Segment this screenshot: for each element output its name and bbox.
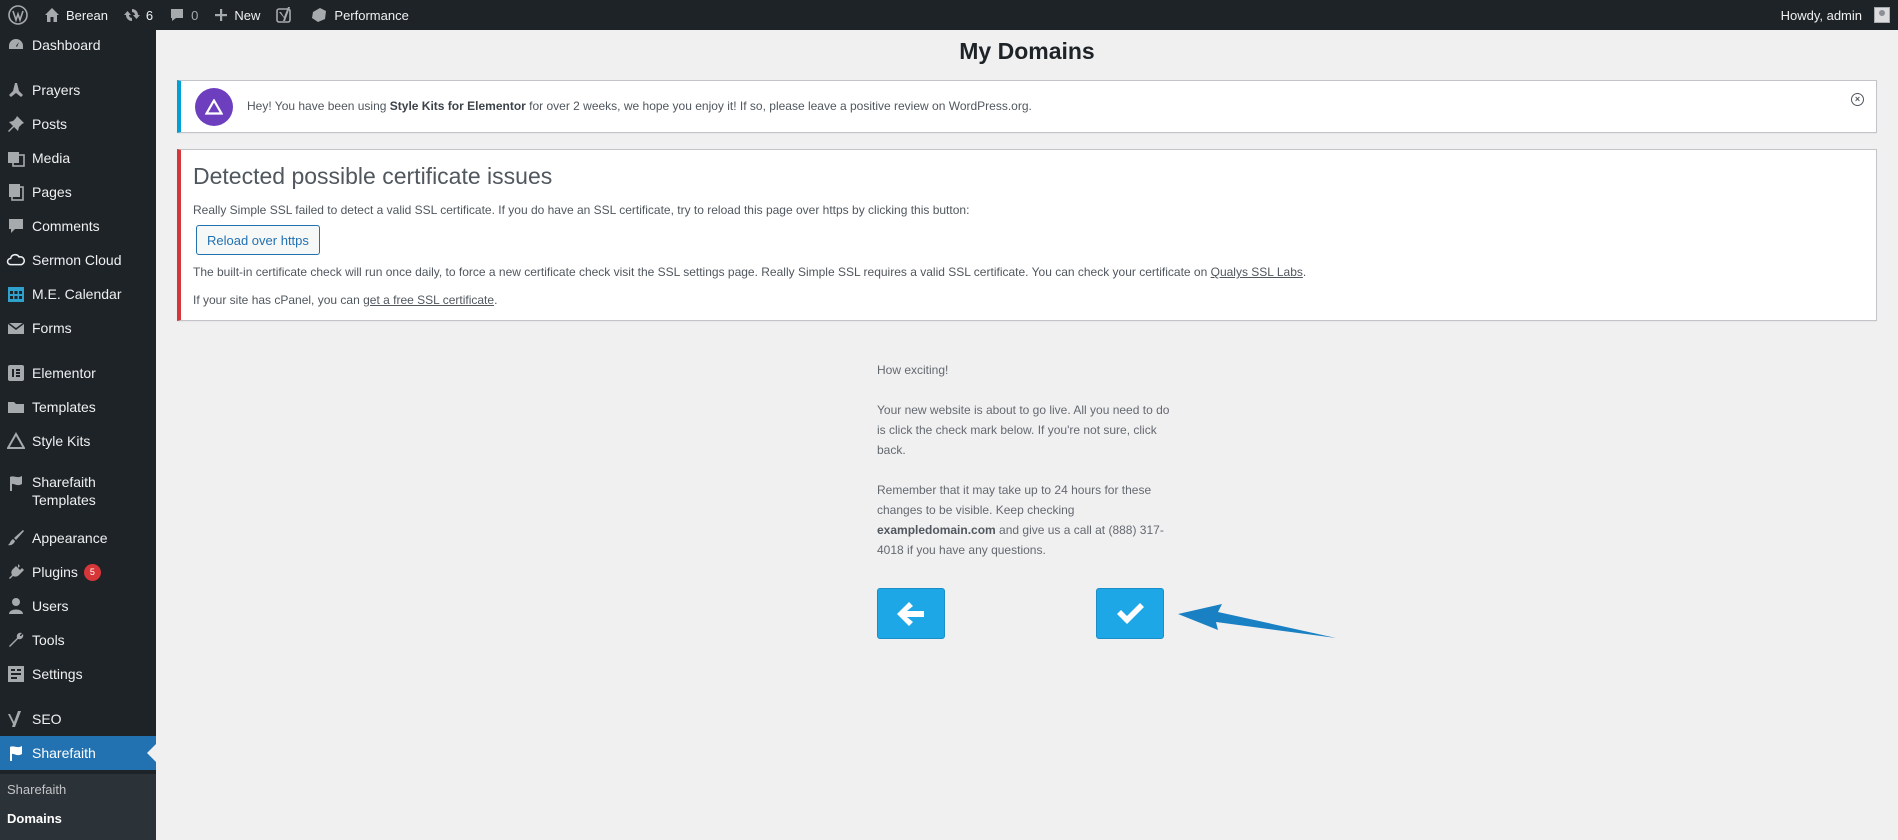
sharefaith-icon [6,473,26,493]
avatar [1874,7,1890,23]
calendar-icon [6,284,26,304]
comments-count: 0 [191,7,199,23]
wizard-paragraph-1: How exciting! [877,363,949,377]
wizard-paragraph-2: Your new website is about to go live. Al… [877,403,1170,457]
sidebar-item-forms[interactable]: Forms [0,313,156,343]
settings-icon [6,664,26,684]
submenu-item-sharefaith[interactable]: Sharefaith [7,782,66,797]
sidebar-item-plugins[interactable]: Plugins 5 [0,557,156,587]
go-live-instructions: How exciting! Your new website is about … [877,360,1177,580]
sidebar-item-seo[interactable]: SEO [0,704,156,734]
ssl-error-notice: Detected possible certificate issues Rea… [177,149,1877,321]
performance-label: Performance [334,7,409,23]
sidebar-item-posts[interactable]: Posts [0,109,156,139]
sharefaith-icon [6,743,26,763]
sidebar-item-settings[interactable]: Settings [0,659,156,689]
admin-bar: Berean 6 0 New Performance Howdy, admin [0,0,1898,30]
sidebar-item-sharefaith-templates[interactable]: Sharefaith Templates [0,473,156,509]
ssl-notice-line3: If your site has cPanel, you can get a f… [193,293,498,307]
reload-over-https-button[interactable]: Reload over https [196,225,320,255]
comment-icon [6,216,26,236]
page-title: My Domains [959,38,1095,64]
triangle-icon [6,431,26,451]
sidebar-item-users[interactable]: Users [0,591,156,621]
prayers-icon [6,80,26,100]
comment-icon [171,9,184,21]
admin-sidebar: Dashboard Prayers Posts Media Pages Comm… [0,30,156,840]
sidebar-item-prayers[interactable]: Prayers [0,75,156,105]
wordpress-logo-button[interactable] [0,0,36,30]
stylekits-notice-text: Hey! You have been using Style Kits for … [247,99,1032,113]
qualys-ssl-labs-link[interactable]: Qualys SSL Labs [1211,265,1303,279]
my-account-link[interactable]: Howdy, admin [1773,0,1898,30]
performance-link[interactable]: Performance [302,0,416,30]
updates-count: 6 [145,7,154,23]
sidebar-item-tools[interactable]: Tools [0,625,156,655]
pages-icon [6,182,26,202]
sidebar-item-appearance[interactable]: Appearance [0,523,156,553]
media-icon [6,148,26,168]
site-name-link[interactable]: Berean [36,0,116,30]
new-label: New [234,7,261,23]
brush-icon [6,528,26,548]
stylekits-logo-icon [195,88,233,126]
wrench-icon [6,630,26,650]
elementor-icon [6,363,26,383]
sidebar-item-pages[interactable]: Pages [0,177,156,207]
sharefaith-submenu: Sharefaith Domains [0,774,156,840]
pin-icon [6,114,26,134]
sidebar-item-style-kits[interactable]: Style Kits [0,426,156,456]
howdy-text: Howdy, admin [1780,7,1862,23]
ssl-notice-line1: Really Simple SSL failed to detect a val… [193,203,970,217]
sidebar-item-media[interactable]: Media [0,143,156,173]
back-button[interactable] [877,588,945,639]
yoast-seo-link[interactable] [268,0,302,30]
site-name: Berean [66,7,108,23]
free-ssl-certificate-link[interactable]: get a free SSL certificate [363,293,494,307]
stylekits-review-notice: Hey! You have been using Style Kits for … [177,80,1877,133]
user-icon [6,596,26,616]
sidebar-item-templates[interactable]: Templates [0,392,156,422]
sidebar-item-comments[interactable]: Comments [0,211,156,241]
updates-icon [123,9,140,21]
sidebar-item-me-calendar[interactable]: M.E. Calendar [0,279,156,309]
ssl-notice-title: Detected possible certificate issues [193,163,553,189]
home-icon [45,8,59,22]
mail-icon [6,318,26,338]
domain-name: exampledomain.com [877,523,996,537]
checkmark-icon [1117,602,1144,624]
performance-icon [312,8,327,22]
pointer-arrow-icon [1178,604,1336,638]
wizard-paragraph-3: Remember that it may take up to 24 hours… [877,483,1164,557]
folder-icon [6,397,26,417]
comments-link[interactable]: 0 [161,0,206,30]
plus-icon [215,9,228,21]
new-content-link[interactable]: New [206,0,268,30]
plugins-update-badge: 5 [83,563,101,581]
sidebar-item-sharefaith[interactable]: Sharefaith [0,736,156,770]
wordpress-icon [8,5,28,25]
updates-link[interactable]: 6 [116,0,161,30]
ssl-notice-line2: The built-in certificate check will run … [193,265,1307,279]
main-content: My Domains Hey! You have been using Styl… [156,30,1898,840]
arrow-left-icon [897,601,924,626]
dashboard-icon [6,35,26,55]
sidebar-item-elementor[interactable]: Elementor [0,358,156,388]
cloud-icon [6,250,26,270]
confirm-button[interactable] [1096,588,1164,639]
yoast-icon [6,709,26,729]
dismiss-close-icon[interactable]: × [1851,93,1864,106]
sidebar-item-dashboard[interactable]: Dashboard [0,30,156,60]
submenu-item-domains[interactable]: Domains [7,811,62,826]
plug-icon [6,562,26,582]
sidebar-item-sermon-cloud[interactable]: Sermon Cloud [0,245,156,275]
yoast-icon [276,7,292,23]
